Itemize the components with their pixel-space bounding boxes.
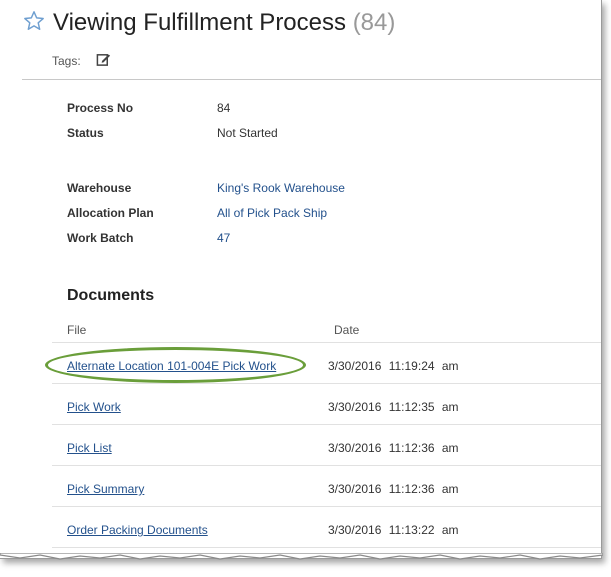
document-link[interactable]: Pick Summary	[67, 482, 144, 496]
work-batch-link[interactable]: 47	[217, 231, 230, 245]
status-label: Status	[67, 126, 104, 140]
document-date: 3/30/2016 11:12:36 am	[328, 441, 459, 455]
document-link[interactable]: Pick Work	[67, 400, 121, 414]
document-date: 3/30/2016 11:13:22 am	[328, 523, 459, 537]
row-divider	[52, 465, 601, 466]
document-date: 3/30/2016 11:12:36 am	[328, 482, 459, 496]
tags-label: Tags:	[52, 54, 81, 68]
edit-icon[interactable]	[96, 52, 111, 67]
process-no-label: Process No	[67, 101, 134, 115]
document-date: 3/30/2016 11:19:24 am	[328, 359, 459, 373]
allocation-plan-label: Allocation Plan	[67, 206, 154, 220]
date-column-header: Date	[334, 323, 360, 337]
document-date: 3/30/2016 11:12:35 am	[328, 400, 459, 414]
highlight-ellipse	[45, 347, 306, 383]
allocation-plan-link[interactable]: All of Pick Pack Ship	[217, 206, 327, 220]
row-divider	[52, 342, 601, 343]
torn-edge	[0, 553, 603, 560]
row-divider	[52, 383, 601, 384]
star-icon[interactable]	[23, 10, 45, 32]
process-count: (84)	[352, 9, 396, 36]
document-link[interactable]: Order Packing Documents	[67, 523, 208, 537]
row-divider	[52, 424, 601, 425]
status-value: Not Started	[217, 126, 278, 140]
row-divider	[52, 547, 601, 548]
row-divider	[52, 506, 601, 507]
file-column-header: File	[67, 323, 87, 337]
process-no-value: 84	[217, 101, 231, 115]
document-link[interactable]: Pick List	[67, 441, 112, 455]
work-batch-label: Work Batch	[67, 231, 134, 245]
header-divider	[22, 79, 601, 80]
warehouse-link[interactable]: King's Rook Warehouse	[217, 181, 345, 195]
documents-heading: Documents	[67, 287, 155, 304]
page-title: Viewing Fulfillment Process (84)	[53, 9, 395, 37]
page-title-text: Viewing Fulfillment Process	[53, 9, 347, 36]
fulfillment-process-panel: Viewing Fulfillment Process (84) Tags: P…	[0, 0, 602, 559]
warehouse-label: Warehouse	[67, 181, 132, 195]
